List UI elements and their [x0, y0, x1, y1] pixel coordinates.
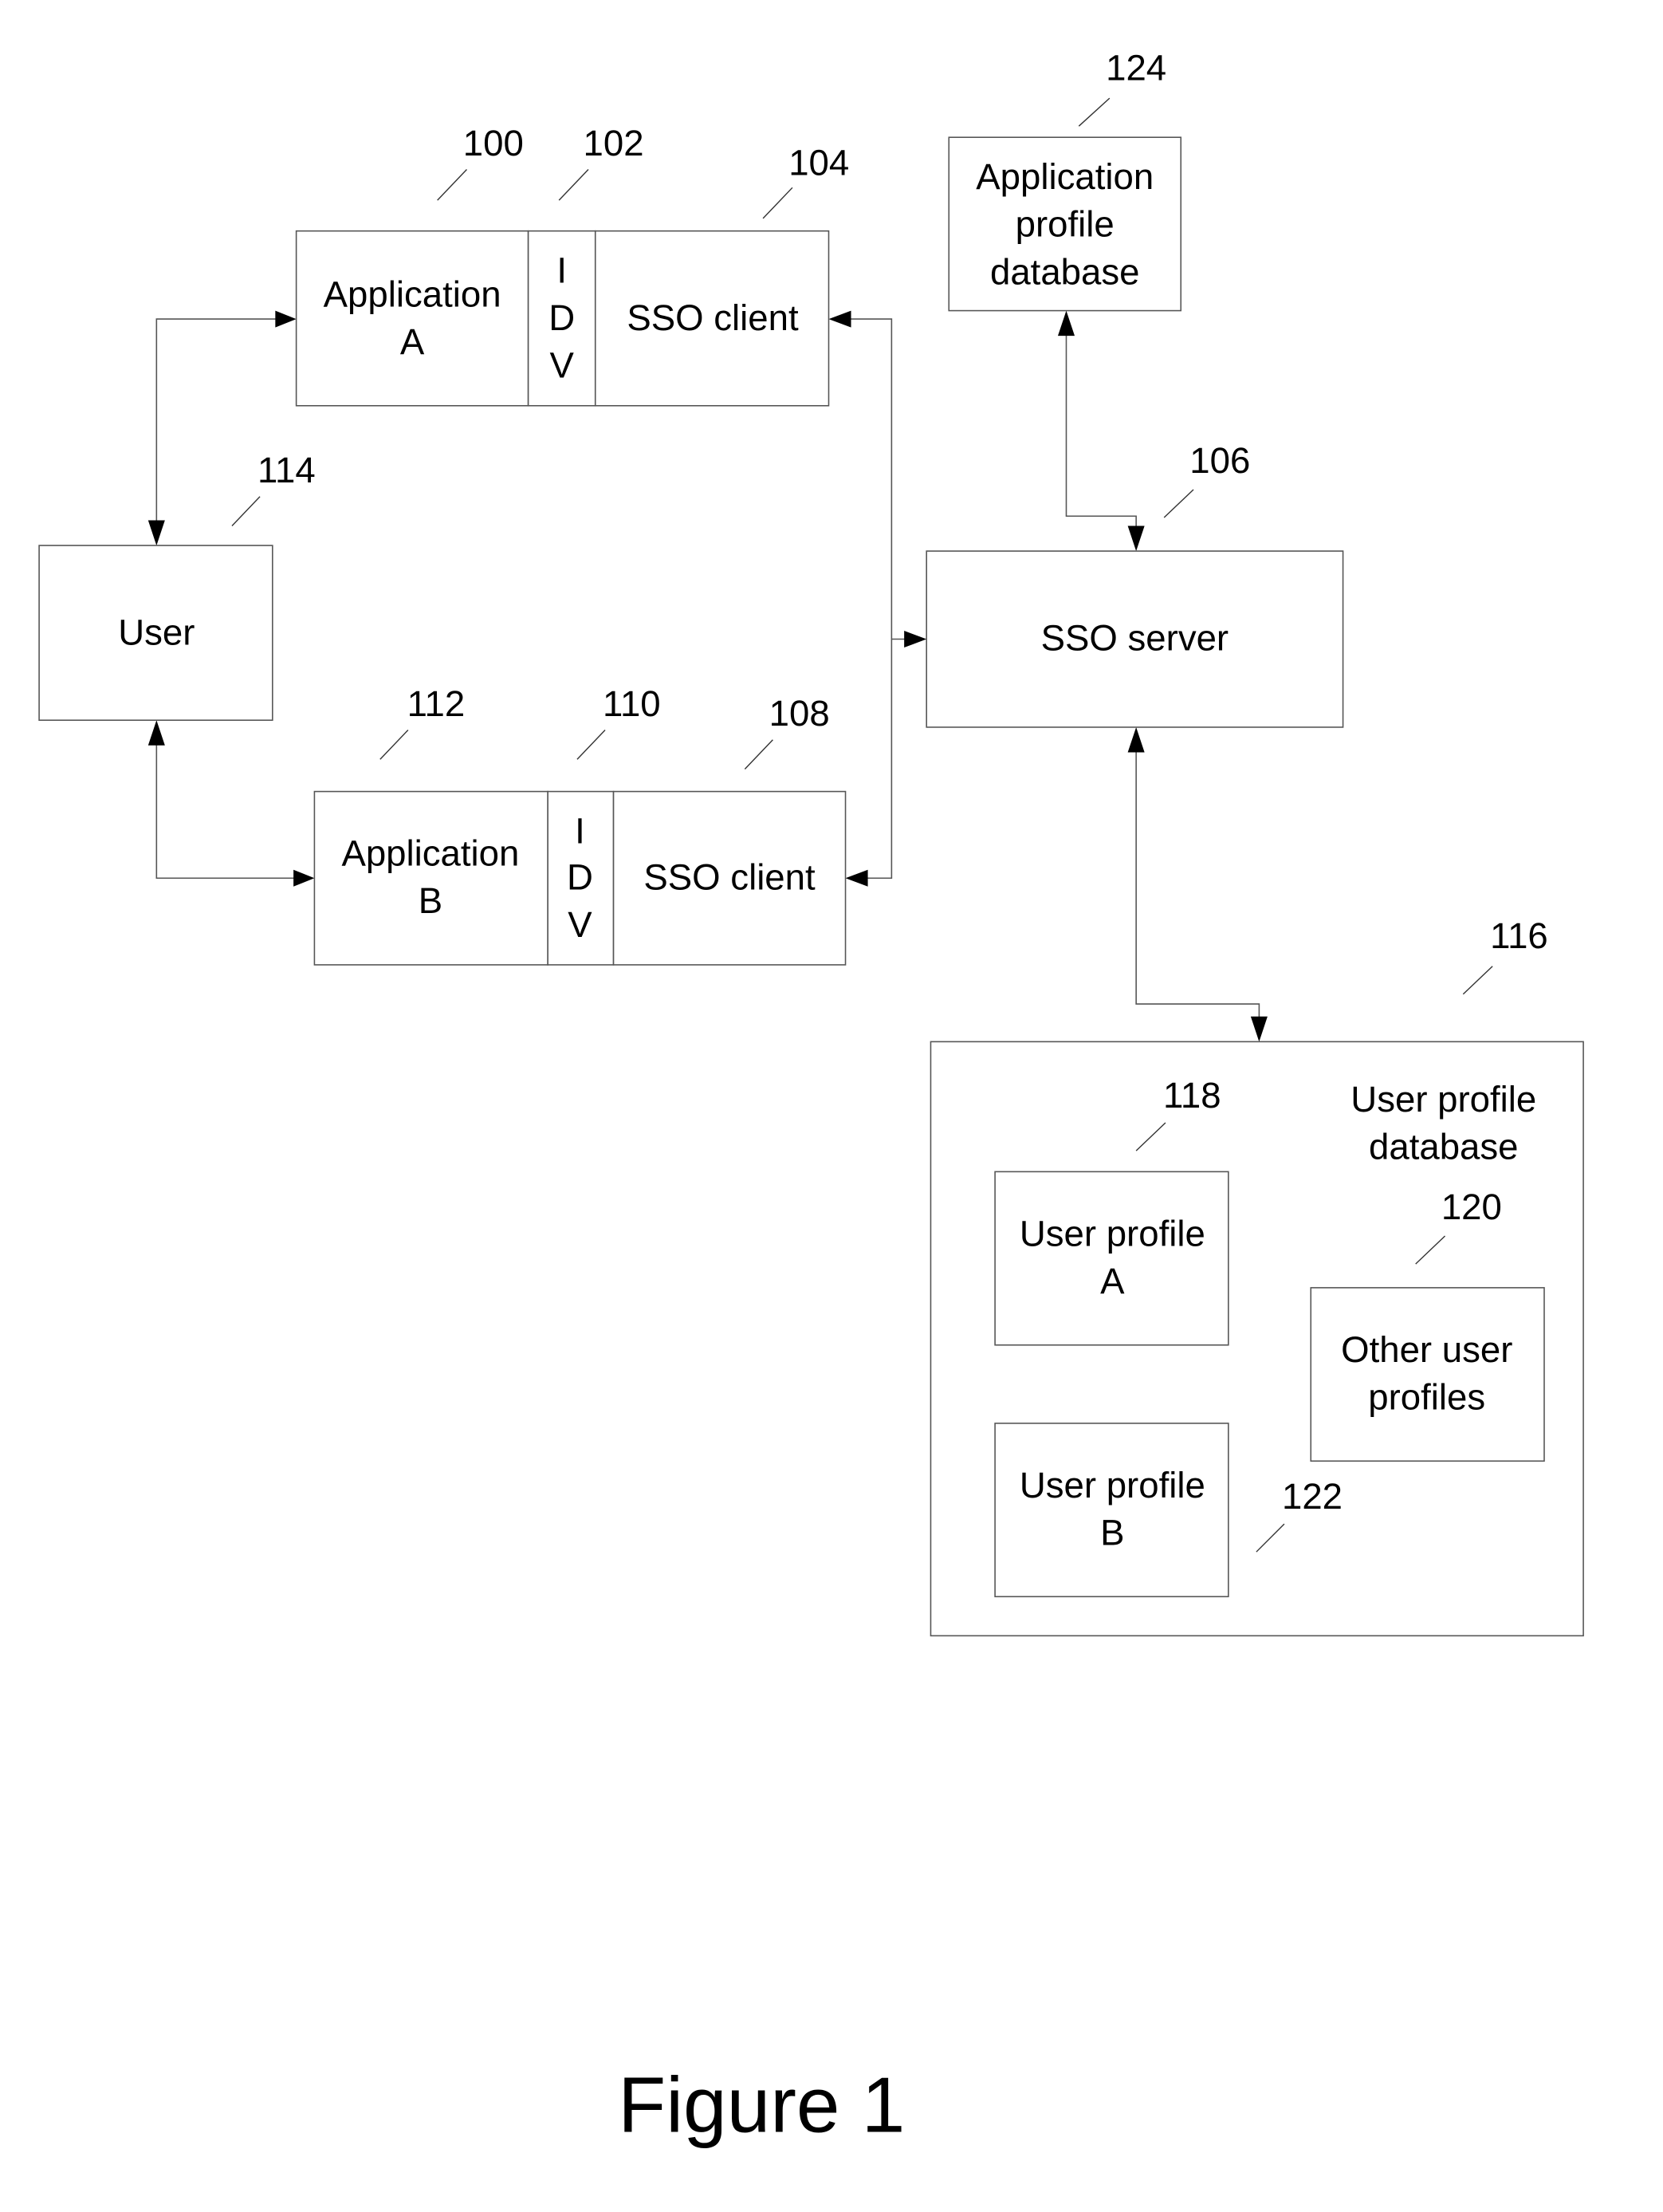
user-profile-a-label-line2: A	[1100, 1261, 1125, 1301]
application-b-label-line1: Application	[341, 832, 519, 873]
application-profile-database-label-line2: profile	[1016, 204, 1115, 245]
sso-client-a-label: SSO client	[627, 297, 799, 338]
arrowhead-sso-server-left	[904, 631, 927, 648]
arrowhead-app-profile-db	[1057, 310, 1075, 337]
leader-line-112	[379, 729, 409, 760]
idv-a-label-line1: I	[556, 250, 567, 291]
application-a-label-line1: Application	[324, 274, 501, 314]
ref-number-106: 106	[1189, 440, 1250, 481]
ref-number-110: 110	[603, 683, 661, 724]
arrowhead-sso-client-a	[828, 310, 851, 328]
other-user-profiles-box[interactable]	[1310, 1287, 1545, 1462]
ref-number-112: 112	[407, 683, 466, 724]
user-profile-b-box[interactable]	[994, 1423, 1229, 1598]
application-b-group: Application B I D V SSO client 112 110 1…	[313, 683, 847, 966]
arrowhead-sso-server-top	[1127, 525, 1145, 552]
ref-number-104: 104	[788, 143, 849, 183]
application-profile-database-label-line1: Application	[976, 156, 1154, 197]
ref-number-122: 122	[1282, 1476, 1343, 1517]
connector-server-user-profile-db	[1135, 750, 1260, 1021]
ref-number-116: 116	[1490, 915, 1548, 956]
ref-number-124: 124	[1106, 47, 1166, 88]
user-profile-b-label-line2: B	[1100, 1512, 1124, 1553]
user-profile-database-label-line1: User profile	[1350, 1079, 1536, 1120]
ref-number-118: 118	[1163, 1075, 1221, 1116]
connector-user-app-a	[155, 318, 280, 529]
idv-a-label-line2: D	[548, 297, 575, 338]
connector-user-app-b	[155, 738, 297, 880]
arrowhead-sso-client-b	[845, 869, 868, 887]
application-b-label-line2: B	[419, 880, 442, 921]
arrowhead-user-profile-db	[1250, 1016, 1268, 1042]
leader-line-100	[437, 169, 467, 201]
other-user-profiles-label-line1: Other user	[1341, 1329, 1512, 1370]
arrowhead-sso-server-bottom	[1127, 726, 1145, 753]
ref-number-102: 102	[584, 123, 644, 163]
leader-line-108	[744, 739, 773, 770]
other-user-profiles-label-line2: profiles	[1368, 1376, 1485, 1417]
arrowhead-user-bottom	[147, 720, 165, 746]
figure-caption: Figure 1	[618, 2061, 905, 2149]
leader-line-104	[762, 187, 793, 219]
leader-line-124	[1078, 97, 1111, 127]
user-profile-a-label-line1: User profile	[1020, 1213, 1205, 1254]
user-group: User 114	[38, 450, 316, 721]
idv-b-label-line3: V	[568, 904, 592, 945]
user-profile-database-label-line2: database	[1369, 1127, 1518, 1167]
arrowhead-app-a-left	[275, 310, 297, 328]
sso-client-b-label: SSO client	[643, 856, 816, 897]
ref-number-100: 100	[463, 123, 524, 163]
leader-line-114	[231, 496, 261, 527]
sso-server-group: SSO server 106	[926, 440, 1344, 728]
user-profile-a-box[interactable]	[994, 1171, 1229, 1346]
arrowhead-user-top	[147, 520, 165, 546]
connector-server-app-profile-db	[1065, 333, 1137, 529]
application-a-label-line2: A	[400, 321, 425, 362]
connector-sso-client-a-trunk	[848, 318, 893, 880]
idv-b-label-line2: D	[567, 856, 593, 897]
ref-number-108: 108	[769, 693, 830, 734]
ref-number-114: 114	[258, 450, 316, 490]
arrowhead-app-b-left	[293, 869, 315, 887]
idv-a-label-line3: V	[549, 345, 574, 386]
user-profile-b-label-line1: User profile	[1020, 1465, 1205, 1505]
ref-number-120: 120	[1441, 1187, 1502, 1227]
diagram-canvas: Application A I D V SSO client 100 102 1…	[38, 47, 1584, 2149]
leader-line-106	[1163, 489, 1194, 518]
leader-line-116	[1462, 966, 1493, 995]
application-profile-database-group: Application profile database 124	[948, 47, 1182, 312]
application-a-group: Application A I D V SSO client 100 102 1…	[295, 123, 849, 407]
application-a-box[interactable]	[295, 230, 529, 407]
application-profile-database-label-line3: database	[990, 251, 1139, 292]
sso-server-label: SSO server	[1041, 618, 1229, 659]
leader-line-102	[558, 169, 589, 201]
user-label: User	[118, 612, 195, 653]
leader-line-110	[576, 729, 606, 760]
idv-b-label-line1: I	[575, 810, 585, 851]
application-b-box[interactable]	[313, 790, 548, 966]
